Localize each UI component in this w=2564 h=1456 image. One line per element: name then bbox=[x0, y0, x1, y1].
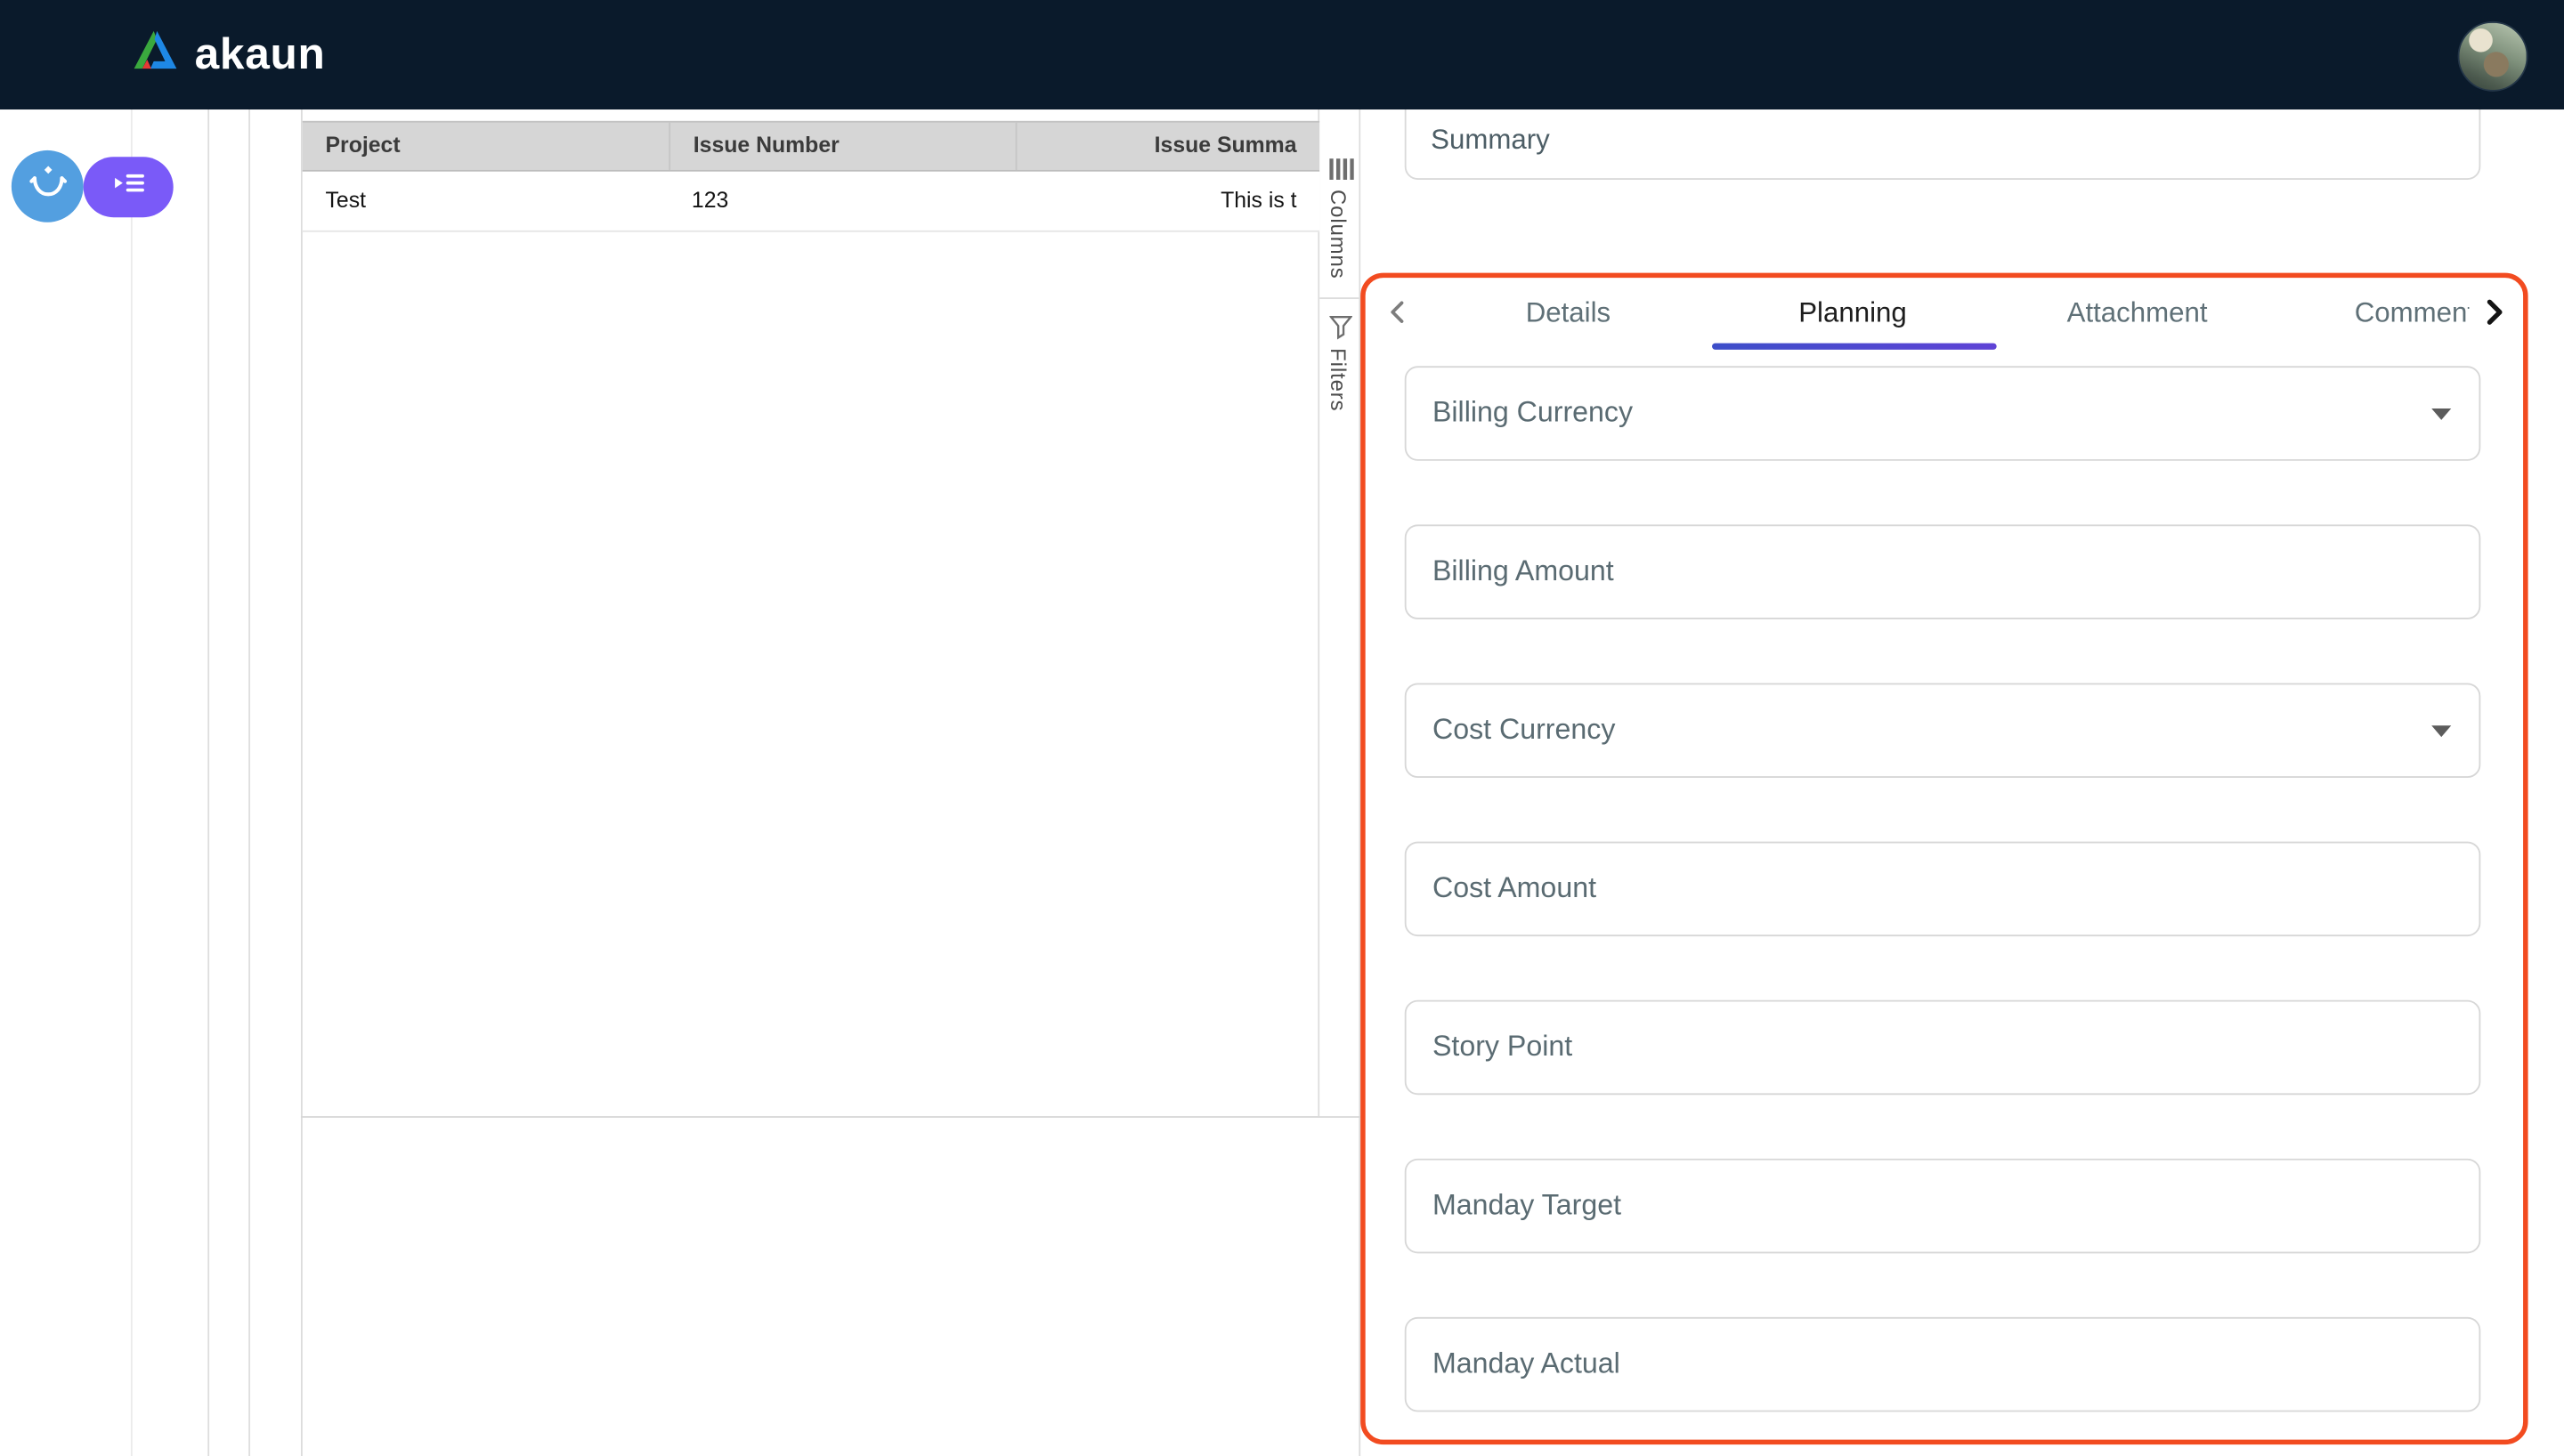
strip-divider bbox=[1319, 297, 1359, 299]
dropdown-caret-icon bbox=[2431, 725, 2451, 737]
akaun-logo-icon bbox=[131, 29, 180, 80]
table-panel-bottom-border bbox=[301, 1116, 1360, 1118]
manday-target-label: Manday Target bbox=[1432, 1161, 2479, 1250]
panel-divider bbox=[248, 109, 250, 1456]
column-header-issue-summary[interactable]: Issue Summa bbox=[1016, 123, 1320, 170]
dropdown-caret-icon bbox=[2431, 408, 2451, 420]
columns-toggle[interactable]: Columns bbox=[1327, 190, 1351, 279]
sidebar-item-hands[interactable] bbox=[12, 150, 84, 222]
panel-divider bbox=[207, 109, 209, 1456]
column-header-issue-number[interactable]: Issue Number bbox=[669, 123, 1015, 170]
app-root: ⚙ Project Issue Number Issue Summa Test … bbox=[0, 0, 2564, 1456]
top-bar bbox=[0, 0, 2564, 109]
cost-amount-field[interactable]: Cost Amount bbox=[1405, 842, 2481, 936]
active-tab-indicator bbox=[1712, 344, 1997, 349]
expand-menu-icon bbox=[110, 165, 146, 209]
tab-comments[interactable]: Comments bbox=[2279, 278, 2469, 350]
table-row[interactable]: Test 123 This is t bbox=[303, 172, 1319, 232]
manday-actual-label: Manday Actual bbox=[1432, 1319, 2479, 1409]
columns-icon bbox=[1327, 158, 1353, 180]
story-point-field[interactable]: Story Point bbox=[1405, 1000, 2481, 1095]
filters-toggle[interactable]: Filters bbox=[1327, 348, 1351, 411]
tabs-scroll-right-button[interactable] bbox=[2478, 295, 2511, 328]
detail-tabs: Details Planning Attachment Comments bbox=[1426, 278, 2470, 350]
chevron-right-icon bbox=[2478, 307, 2511, 335]
tab-attachment[interactable]: Attachment bbox=[1995, 278, 2280, 350]
detail-panel-left-border bbox=[1359, 109, 1360, 1456]
table-header-row: Project Issue Number Issue Summa bbox=[303, 121, 1319, 172]
issues-table: Project Issue Number Issue Summa Test 12… bbox=[303, 121, 1319, 232]
hands-icon bbox=[25, 160, 69, 213]
table-panel-left-border bbox=[301, 109, 303, 1456]
tab-details[interactable]: Details bbox=[1426, 278, 1711, 350]
user-avatar[interactable] bbox=[2458, 21, 2528, 92]
tabs-scroll-left-button[interactable] bbox=[1383, 297, 1413, 327]
cell-issue-number: 123 bbox=[669, 172, 1015, 231]
billing-amount-label: Billing Amount bbox=[1432, 526, 2479, 616]
cost-currency-field[interactable]: Cost Currency bbox=[1405, 684, 2481, 778]
manday-target-field[interactable]: Manday Target bbox=[1405, 1159, 2481, 1253]
tab-planning[interactable]: Planning bbox=[1710, 278, 1995, 350]
story-point-label: Story Point bbox=[1432, 1002, 2479, 1092]
chevron-left-icon bbox=[1383, 305, 1413, 333]
cost-amount-label: Cost Amount bbox=[1432, 843, 2479, 933]
billing-currency-label: Billing Currency bbox=[1432, 368, 2479, 457]
billing-amount-field[interactable]: Billing Amount bbox=[1405, 524, 2481, 619]
cost-currency-label: Cost Currency bbox=[1432, 684, 2479, 774]
cell-issue-summary: This is t bbox=[1016, 172, 1320, 231]
expand-sidebar-button[interactable] bbox=[84, 157, 174, 217]
cell-project: Test bbox=[303, 172, 669, 231]
filter-icon bbox=[1327, 315, 1353, 340]
manday-actual-field[interactable]: Manday Actual bbox=[1405, 1317, 2481, 1412]
billing-currency-field[interactable]: Billing Currency bbox=[1405, 366, 2481, 460]
akaun-logo-text: akaun bbox=[195, 29, 326, 80]
left-sidebar bbox=[0, 109, 133, 1456]
column-header-project[interactable]: Project bbox=[303, 123, 669, 170]
akaun-logo: akaun bbox=[131, 0, 326, 109]
